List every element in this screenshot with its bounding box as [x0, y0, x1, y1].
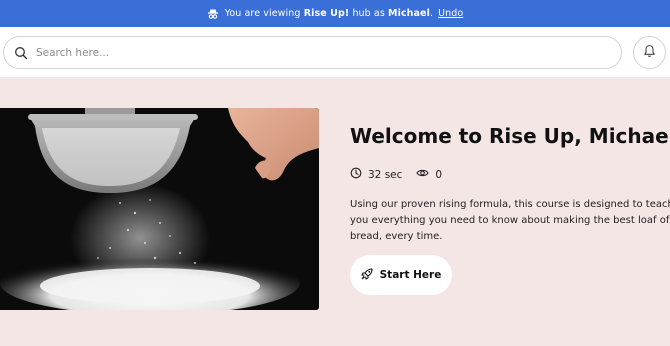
clock-icon [350, 167, 368, 182]
banner-prefix: You are viewing [224, 8, 301, 19]
banner-user-name: Michael [388, 8, 430, 19]
banner-suffix: . [429, 8, 434, 19]
eye-icon [416, 168, 435, 181]
duration-value: 32 sec [368, 168, 403, 181]
bell-icon [643, 43, 656, 62]
undo-link[interactable]: Undo [438, 8, 463, 19]
banner-middle: hub as [352, 8, 385, 19]
search-icon [14, 46, 28, 60]
course-meta: 32 sec 0 [350, 167, 456, 182]
rocket-icon [360, 267, 380, 283]
banner-hub-name: Rise Up! [303, 8, 350, 19]
views-stat: 0 [416, 168, 442, 181]
impersonation-banner: You are viewing Rise Up! hub as Michael.… [0, 0, 670, 27]
top-bar [0, 27, 670, 78]
spy-icon [207, 8, 219, 20]
start-here-button[interactable]: Start Here [350, 255, 452, 295]
start-here-label: Start Here [379, 269, 442, 281]
course-description: Using our proven rising formula, this co… [350, 199, 670, 242]
search-bar[interactable] [3, 36, 622, 69]
duration-stat: 32 sec [350, 167, 402, 182]
course-cover-image [0, 108, 319, 310]
views-value: 0 [435, 168, 443, 181]
search-input[interactable] [36, 40, 596, 65]
page-title: Welcome to Rise Up, Michael! [350, 124, 670, 148]
notifications-button[interactable] [633, 36, 666, 69]
